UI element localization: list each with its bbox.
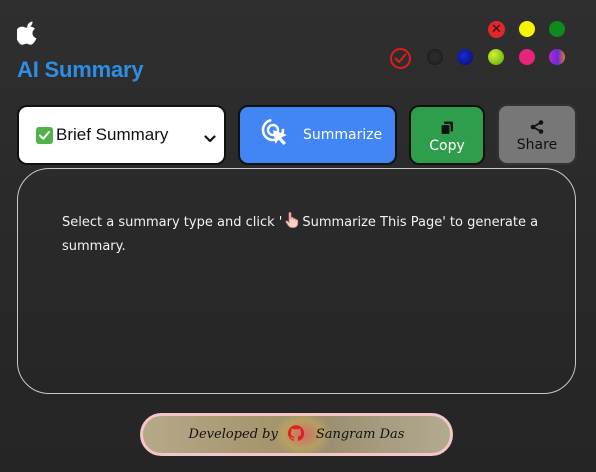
cursor-click-icon (261, 118, 291, 152)
checkbox-check-icon (36, 126, 53, 144)
theme-swatch-pink[interactable] (519, 49, 535, 65)
share-icon (530, 119, 544, 138)
share-button[interactable]: Share (497, 104, 577, 165)
summary-placeholder-text: Select a summary type and click ' Summar… (62, 212, 552, 258)
share-label: Share (516, 137, 558, 153)
copy-button[interactable]: Copy (409, 105, 485, 165)
developed-by-label: Developed by (188, 427, 278, 442)
selected-theme-check-icon[interactable] (390, 48, 411, 69)
copy-icon (440, 120, 454, 139)
theme-swatch-lime[interactable] (488, 49, 504, 65)
theme-swatch-dark[interactable] (427, 49, 443, 65)
chevron-down-icon (204, 130, 216, 150)
developer-credit-badge[interactable]: Developed by Sangram Das (140, 412, 453, 457)
author-name: Sangram Das (315, 427, 405, 442)
summary-output-panel: Select a summary type and click ' Summar… (17, 168, 576, 394)
summary-type-select[interactable]: Brief Summary (17, 105, 226, 165)
copy-label: Copy (429, 138, 465, 154)
theme-swatch-purple[interactable] (549, 49, 565, 65)
github-icon (287, 424, 305, 445)
theme-swatch-yellow[interactable] (519, 21, 535, 37)
app-title: AI Summary (17, 57, 144, 82)
theme-swatch-navy[interactable] (457, 49, 473, 65)
summary-type-value: Brief Summary (56, 125, 169, 144)
close-icon[interactable]: ✕ (488, 21, 505, 38)
summarize-button[interactable]: Summarize (238, 105, 397, 165)
pointing-hand-icon (285, 212, 299, 236)
theme-swatch-green[interactable] (549, 21, 565, 37)
apple-icon (15, 21, 39, 45)
summarize-label: Summarize (303, 127, 383, 143)
